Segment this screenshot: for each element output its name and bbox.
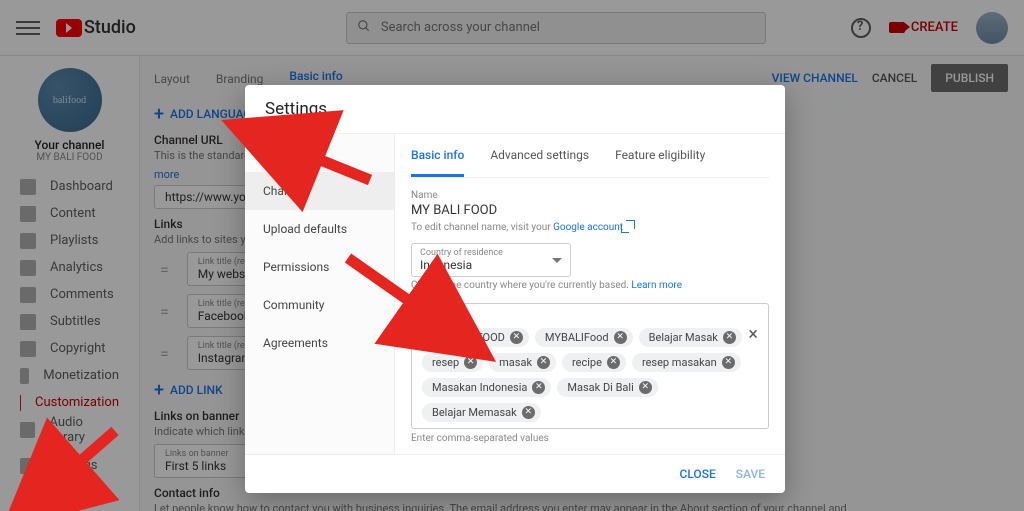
keyword-chip[interactable]: Masakan Indonesia✕ (422, 378, 551, 397)
remove-icon[interactable]: ✕ (639, 381, 652, 394)
remove-icon[interactable]: ✕ (722, 356, 735, 369)
settings-side-community[interactable]: Community (245, 286, 394, 324)
modal-main: Basic info Advanced settings Feature eli… (395, 134, 785, 454)
remove-icon[interactable]: ✕ (607, 356, 620, 369)
modal-title: Settings (245, 85, 785, 133)
settings-side-channel[interactable]: Channel (245, 172, 394, 210)
learn-more-link[interactable]: Learn more (631, 280, 682, 291)
keyword-chip[interactable]: Belajar Memasak✕ (422, 403, 541, 422)
name-label: Name (411, 190, 769, 201)
settings-side-general[interactable]: General (245, 134, 394, 172)
settings-side-upload-defaults[interactable]: Upload defaults (245, 210, 394, 248)
remove-icon[interactable]: ✕ (510, 331, 523, 344)
remove-icon[interactable]: ✕ (522, 406, 535, 419)
settings-side-agreements[interactable]: Agreements (245, 324, 394, 362)
remove-icon[interactable]: ✕ (723, 331, 736, 344)
settings-side-permissions[interactable]: Permissions (245, 248, 394, 286)
keyword-chip[interactable]: resep✕ (422, 353, 483, 372)
settings-modal: Settings GeneralChannelUpload defaultsPe… (245, 85, 785, 493)
modal-tab-basic-info[interactable]: Basic info (411, 134, 464, 177)
name-value: MY BALI FOOD (411, 203, 769, 218)
keyword-chip[interactable]: MY BALI FOOD✕ (422, 328, 529, 347)
keywords-hint: Enter comma-separated values (411, 433, 769, 444)
close-icon[interactable]: × (748, 324, 758, 345)
modal-sidebar: GeneralChannelUpload defaultsPermissions… (245, 134, 395, 454)
modal-tab-advanced[interactable]: Advanced settings (490, 134, 589, 177)
modal-footer: CLOSE SAVE (245, 454, 785, 493)
keyword-chip[interactable]: MYBALIFood✕ (535, 328, 633, 347)
name-help: To edit channel name, visit your Google … (411, 221, 769, 233)
modal-tabs: Basic info Advanced settings Feature eli… (411, 134, 769, 178)
google-account-link[interactable]: Google account (553, 222, 623, 233)
modal-save-button[interactable]: SAVE (736, 467, 765, 481)
country-select[interactable]: Country of residence Indonesia (411, 243, 571, 277)
remove-icon[interactable]: ✕ (614, 331, 627, 344)
remove-icon[interactable]: ✕ (464, 356, 477, 369)
keyword-chip[interactable]: Masak Di Bali✕ (557, 378, 657, 397)
keyword-chip[interactable]: resep masakan✕ (632, 353, 741, 372)
external-link-icon (626, 220, 635, 229)
keyword-chip[interactable]: masak✕ (489, 353, 556, 372)
remove-icon[interactable]: ✕ (537, 356, 550, 369)
keyword-chip[interactable]: recipe✕ (562, 353, 626, 372)
modal-close-button[interactable]: CLOSE (679, 467, 715, 481)
remove-icon[interactable]: ✕ (532, 381, 545, 394)
country-help: Choose the country where you're currentl… (411, 280, 769, 291)
keywords-field[interactable]: Keywords MY BALI FOOD✕MYBALIFood✕Belajar… (411, 303, 769, 429)
chevron-down-icon (552, 258, 562, 263)
modal-tab-eligibility[interactable]: Feature eligibility (615, 134, 705, 177)
keyword-chip[interactable]: Belajar Masak✕ (639, 328, 742, 347)
